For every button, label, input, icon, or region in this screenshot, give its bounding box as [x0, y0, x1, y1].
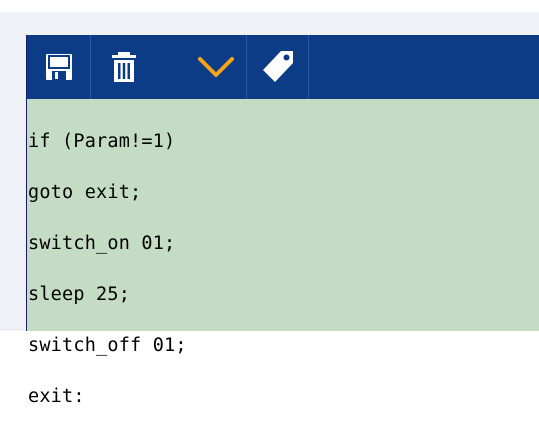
trash-icon	[112, 52, 136, 82]
code-line: exit:	[28, 386, 85, 407]
tag-button[interactable]	[247, 35, 309, 99]
save-button[interactable]	[27, 35, 91, 99]
chevron-down-icon	[197, 57, 234, 77]
code-line: sleep 25;	[28, 284, 131, 305]
script-editor-panel: if (Param!=1) goto exit; switch_on 01; s…	[26, 35, 539, 406]
code-line: switch_off 01;	[28, 335, 187, 356]
editor-toolbar	[27, 35, 539, 99]
code-line: goto exit;	[28, 182, 142, 203]
delete-button[interactable]	[91, 35, 157, 99]
code-editor[interactable]: if (Param!=1) goto exit; switch_on 01; s…	[28, 99, 528, 439]
code-line: switch_on 01;	[28, 233, 176, 254]
code-line: if (Param!=1)	[28, 131, 176, 152]
save-icon	[45, 54, 72, 80]
expand-button[interactable]	[185, 35, 247, 99]
tag-icon	[262, 51, 293, 82]
